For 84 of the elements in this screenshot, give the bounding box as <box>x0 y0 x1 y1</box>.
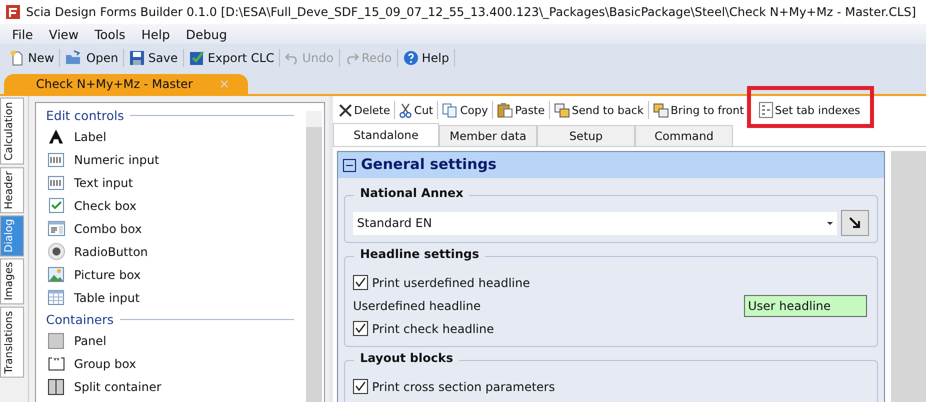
checkbox-label: Print userdefined headline <box>372 276 530 290</box>
undo-icon <box>285 51 300 65</box>
tab-order-icon <box>758 102 773 118</box>
toolbar-button[interactable]: Set tab indexes <box>756 100 862 120</box>
collapse-icon[interactable] <box>343 158 356 172</box>
checkbox-label: Print check headline <box>372 322 494 336</box>
toolbox-item[interactable]: Numeric input <box>46 148 296 171</box>
radio-icon <box>48 243 64 260</box>
section-header[interactable]: General settings <box>338 152 884 178</box>
tab[interactable]: Standalone <box>333 123 439 146</box>
tab[interactable]: Setup <box>537 125 635 146</box>
checkbox-icon <box>188 50 205 66</box>
section-title: Containers <box>46 312 114 326</box>
toolbox-item[interactable]: RadioButton <box>46 240 296 263</box>
menu-item[interactable]: File <box>6 26 39 42</box>
toolbar-button[interactable]: Bring to front <box>650 100 746 120</box>
toolbox-item[interactable]: Check box <box>46 194 296 217</box>
menu-item[interactable]: Debug <box>180 26 233 42</box>
toolbox-item[interactable]: Combo box <box>46 217 296 240</box>
scissors-icon <box>399 102 412 118</box>
checkbox-icon <box>48 198 64 213</box>
toolbox-item[interactable]: Picture box <box>46 263 296 286</box>
app-logo-icon <box>6 5 20 19</box>
toolbox-item[interactable]: Text input <box>46 171 296 194</box>
folder-icon <box>65 50 84 66</box>
input-field[interactable]: User headline <box>744 294 867 316</box>
toolbox-item[interactable]: Group box <box>46 352 296 375</box>
caret-icon <box>827 222 833 224</box>
group-title: National Annex <box>354 186 470 200</box>
section-title: General settings <box>361 157 496 173</box>
toolbox-item[interactable]: Split container <box>46 375 296 398</box>
side-tab[interactable]: Images <box>0 258 24 305</box>
toolbar-button[interactable]: Open <box>62 48 122 68</box>
section-title: Edit controls <box>46 108 124 122</box>
side-tab[interactable]: Calculation <box>0 98 24 165</box>
toolbox-item[interactable]: Label <box>46 125 296 148</box>
letter-icon <box>49 130 63 144</box>
layers-icon <box>554 102 570 118</box>
tab[interactable]: Command <box>635 125 733 146</box>
text-field-icon <box>48 152 64 166</box>
table-icon <box>48 290 64 305</box>
new-document-icon <box>9 50 25 66</box>
checkbox[interactable] <box>353 321 368 336</box>
checkbox-label: Print cross section parameters <box>372 380 555 394</box>
toolbar-button[interactable]: Copy <box>440 100 490 120</box>
image-icon <box>48 267 64 282</box>
copy-icon <box>442 102 458 118</box>
scrollbar[interactable] <box>306 111 322 402</box>
document-tab[interactable]: Check N+My+Mz - Master × <box>4 74 248 94</box>
checkbox[interactable] <box>353 275 368 290</box>
clipboard-icon <box>497 102 514 118</box>
panel-icon <box>48 332 64 348</box>
toolbar-button[interactable]: Save <box>126 48 181 68</box>
arrow-button[interactable] <box>841 210 869 236</box>
group-box-icon <box>48 356 64 370</box>
toolbar-button[interactable]: New <box>6 48 58 68</box>
window-title: Scia Design Forms Builder 0.1.0 [D:\ESA\Full_Deve_SDF_15_09_07_12_55_13.400.123\_Packages\BasicPackage\Steel\Check N+My+Mz - Master.CLS] <box>26 5 916 19</box>
toolbar-button[interactable]: Help <box>400 48 452 68</box>
toolbox-item[interactable]: Panel <box>46 329 296 352</box>
close-icon <box>339 104 352 116</box>
field-label: Userdefined headline <box>353 298 481 312</box>
side-tab[interactable]: Header <box>0 166 24 213</box>
tab[interactable]: Member data <box>439 125 537 146</box>
group-title: Layout blocks <box>354 351 460 365</box>
split-container-icon <box>48 378 64 394</box>
toolbox-item[interactable]: Table input <box>46 286 296 309</box>
side-tab[interactable]: Translations <box>0 306 24 378</box>
text-field-icon <box>48 176 64 190</box>
checkbox[interactable] <box>353 379 368 394</box>
layers-icon <box>652 102 669 118</box>
toolbar-button[interactable]: Paste <box>495 100 547 120</box>
group-title: Headline settings <box>354 247 486 261</box>
toolbar-button[interactable]: Send to back <box>552 100 646 120</box>
redo-icon <box>344 51 359 65</box>
toolbar-button[interactable]: Delete <box>337 102 392 118</box>
help-icon <box>402 50 419 66</box>
menu-item[interactable]: Tools <box>88 26 132 42</box>
toolbar-button[interactable]: Export CLC <box>186 48 278 68</box>
dropdown-icon <box>48 221 64 236</box>
arrow-icon <box>849 217 861 229</box>
dropdown[interactable]: Standard EN <box>353 212 837 234</box>
menu-item[interactable]: Help <box>135 26 176 42</box>
toolbar-button[interactable]: Cut <box>397 100 436 120</box>
menu-item[interactable]: View <box>42 26 85 42</box>
